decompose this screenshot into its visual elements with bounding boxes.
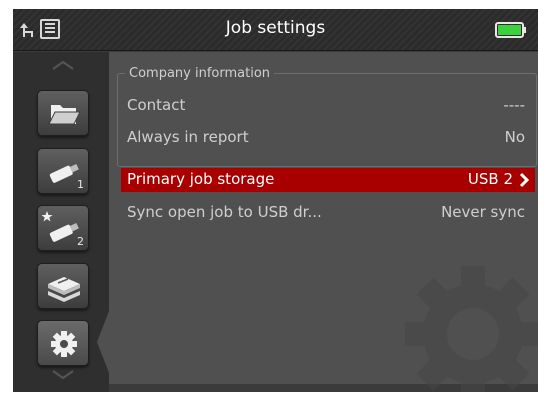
setting-label: Contact	[127, 96, 186, 114]
setting-value: ----	[503, 96, 525, 114]
gear-icon	[51, 331, 77, 357]
tool-rail: 1 2	[13, 52, 109, 392]
panel-pointer	[97, 306, 111, 378]
setting-row-contact[interactable]: Contact ----	[125, 94, 529, 118]
setting-row-primary-job-storage[interactable]: Primary job storage USB 2	[121, 168, 535, 192]
setting-label: Sync open job to USB dr...	[127, 203, 322, 221]
setting-value: No	[504, 128, 525, 146]
scroll-up-icon[interactable]	[51, 60, 75, 70]
folder-icon	[48, 105, 81, 125]
setting-label: Always in report	[127, 128, 249, 146]
chevron-right-icon	[519, 172, 529, 188]
rail-button-storage[interactable]	[37, 263, 89, 309]
setting-value: USB 2	[467, 170, 513, 188]
company-info-legend: Company information	[125, 66, 275, 81]
setting-row-sync-open-job[interactable]: Sync open job to USB dr... Never sync	[125, 201, 529, 225]
company-info-group	[117, 73, 537, 167]
battery-icon	[495, 22, 526, 38]
setting-label: Primary job storage	[127, 170, 275, 188]
rail-button-usb1[interactable]: 1	[37, 148, 89, 194]
screen: Job settings 1 2 Company information Con…	[13, 9, 538, 392]
setting-row-always-in-report[interactable]: Always in report No	[125, 126, 529, 150]
page-title: Job settings	[225, 18, 326, 38]
storage-stack-icon	[48, 277, 80, 302]
rail-button-usb2[interactable]: 2	[37, 205, 89, 251]
rail-button-settings[interactable]	[37, 320, 89, 366]
title-bar: Job settings	[13, 9, 538, 51]
setting-value: Never sync	[441, 203, 525, 221]
rail-button-number: 2	[77, 235, 84, 248]
rail-button-folder[interactable]	[37, 90, 89, 136]
rail-button-number: 1	[77, 178, 84, 191]
gear-watermark-icon	[405, 266, 538, 392]
scroll-down-icon[interactable]	[51, 370, 75, 380]
